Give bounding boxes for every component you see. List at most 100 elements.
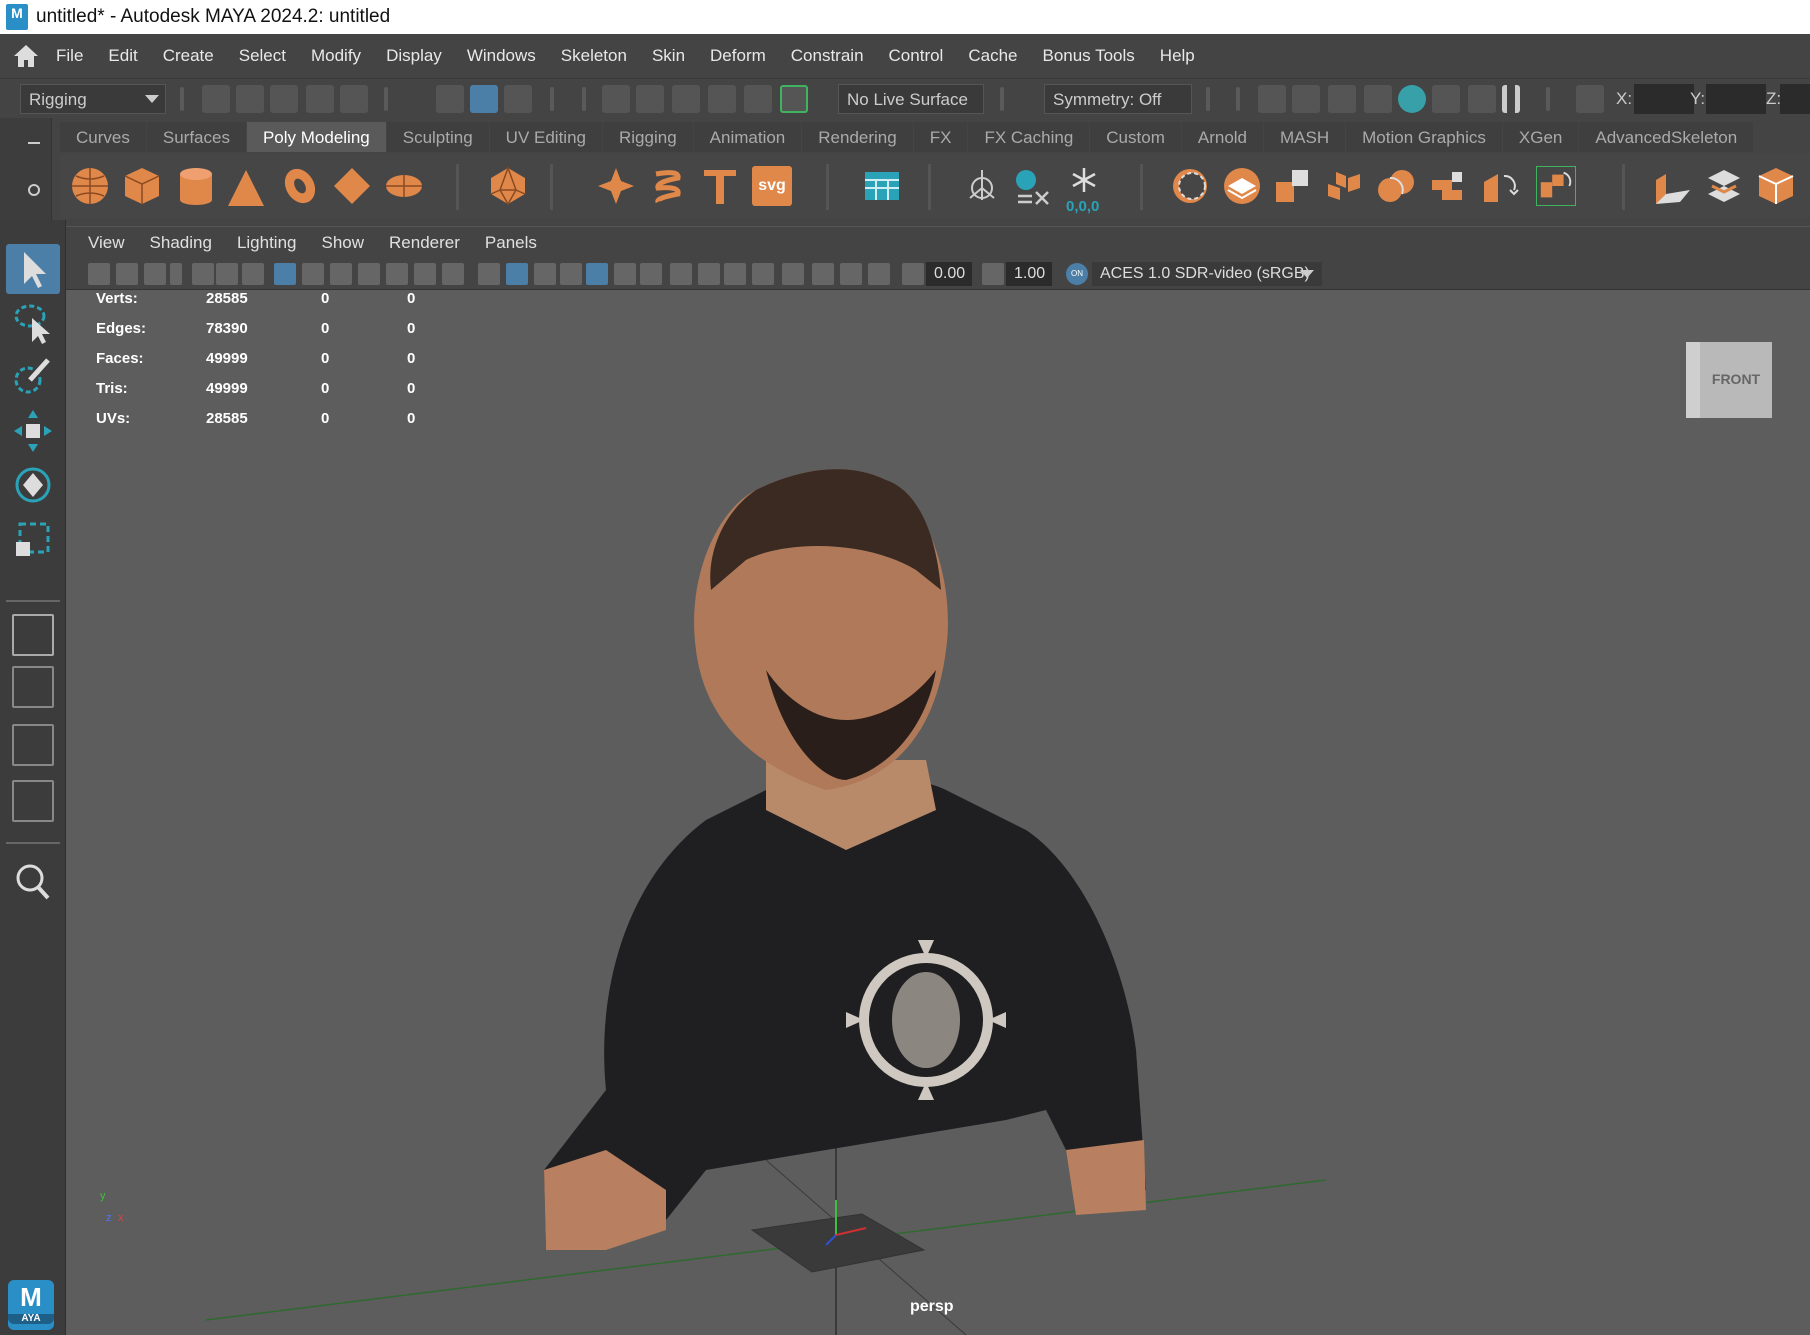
live-surface-field[interactable]: No Live Surface: [838, 84, 984, 114]
paint-select-tool-icon[interactable]: [6, 352, 60, 402]
menu-display[interactable]: Display: [386, 46, 442, 66]
gamma-icon[interactable]: [982, 263, 1004, 285]
tab-fx[interactable]: FX: [913, 122, 968, 152]
snap-grid-icon[interactable]: [602, 85, 630, 113]
tab-surfaces[interactable]: Surfaces: [146, 122, 246, 152]
colorspace-dropdown[interactable]: ACES 1.0 SDR-video (sRGB): [1092, 262, 1322, 286]
viewport-persp[interactable]: Verts: 28585 0 0 Edges: 78390 0 0 Faces:…: [66, 290, 1810, 1335]
outliner-layout-icon[interactable]: [12, 780, 54, 822]
search-icon[interactable]: [6, 856, 60, 906]
scale-tool-icon[interactable]: [6, 514, 60, 564]
hypershade-icon[interactable]: [1398, 85, 1426, 113]
resolution-gate-icon[interactable]: [330, 263, 352, 285]
film-gate-icon[interactable]: [302, 263, 324, 285]
tab-rendering[interactable]: Rendering: [802, 122, 913, 152]
panel-menu-view[interactable]: View: [88, 233, 125, 253]
anti-aliasing-icon[interactable]: [724, 263, 746, 285]
separate-icon[interactable]: [1272, 166, 1312, 206]
rotate-tool-icon[interactable]: [6, 460, 60, 510]
menuset-dropdown[interactable]: Rigging: [20, 84, 166, 114]
save-scene-icon[interactable]: [270, 85, 298, 113]
gear-icon[interactable]: [28, 184, 40, 196]
booleans-grid-icon[interactable]: [862, 166, 902, 206]
snap-view-plane-icon[interactable]: [708, 85, 736, 113]
gate-mask-icon[interactable]: [358, 263, 380, 285]
menu-bonus-tools[interactable]: Bonus Tools: [1042, 46, 1134, 66]
new-scene-icon[interactable]: [202, 85, 230, 113]
bevel-icon[interactable]: [1756, 166, 1796, 206]
panel-menu-shading[interactable]: Shading: [150, 233, 212, 253]
move-tool-icon[interactable]: [6, 406, 60, 456]
tab-mash[interactable]: MASH: [1264, 122, 1346, 152]
tab-fx-caching[interactable]: FX Caching: [968, 122, 1090, 152]
transform-constraint-icon[interactable]: [1576, 85, 1604, 113]
exposure-field[interactable]: 0.00: [926, 262, 972, 286]
panel-menu-lighting[interactable]: Lighting: [237, 233, 297, 253]
redo-icon[interactable]: [340, 85, 368, 113]
bridge-icon[interactable]: [1480, 166, 1520, 206]
poly-helix-icon[interactable]: [648, 166, 688, 206]
tab-animation[interactable]: Animation: [693, 122, 802, 152]
camera-attributes-icon[interactable]: [116, 263, 138, 285]
poly-cone-icon[interactable]: [228, 170, 268, 210]
image-plane-icon[interactable]: [192, 263, 214, 285]
color-management-toggle[interactable]: ON: [1066, 263, 1088, 285]
lights-icon[interactable]: [614, 263, 636, 285]
select-tool-icon[interactable]: [6, 244, 60, 294]
tab-rigging[interactable]: Rigging: [603, 122, 693, 152]
shadows-icon[interactable]: [640, 263, 662, 285]
pause-icon[interactable]: [1502, 85, 1520, 113]
bookmark-icon[interactable]: [170, 263, 182, 285]
extract-icon[interactable]: [1324, 166, 1364, 206]
menu-control[interactable]: Control: [889, 46, 944, 66]
poly-sphere-icon[interactable]: [70, 166, 110, 206]
home-icon[interactable]: [12, 43, 40, 69]
menu-help[interactable]: Help: [1160, 46, 1195, 66]
menu-create[interactable]: Create: [163, 46, 214, 66]
poly-disc-icon[interactable]: [384, 166, 424, 206]
light-editor-icon[interactable]: [1468, 85, 1496, 113]
xray-components-icon[interactable]: [868, 263, 890, 285]
render-settings-icon[interactable]: [1364, 85, 1392, 113]
shelf-collapse-icon[interactable]: [28, 142, 40, 144]
tab-xgen[interactable]: XGen: [1502, 122, 1579, 152]
tab-custom[interactable]: Custom: [1090, 122, 1181, 152]
render-view-icon[interactable]: [1258, 85, 1286, 113]
tab-motion-graphics[interactable]: Motion Graphics: [1346, 122, 1502, 152]
menu-edit[interactable]: Edit: [108, 46, 137, 66]
snap-curve-icon[interactable]: [636, 85, 664, 113]
poly-plane-icon[interactable]: [332, 166, 372, 206]
grease-pencil-icon[interactable]: [242, 263, 264, 285]
viewcube[interactable]: FRONT: [1686, 342, 1772, 418]
grid-toggle-icon[interactable]: [274, 263, 296, 285]
motion-blur-icon[interactable]: [698, 263, 720, 285]
mirror-icon[interactable]: [1428, 166, 1468, 206]
y-coord-field[interactable]: [1706, 84, 1766, 114]
menu-cache[interactable]: Cache: [968, 46, 1017, 66]
camera-lock-icon[interactable]: [144, 263, 166, 285]
insert-edge-loop-icon[interactable]: [1704, 166, 1744, 206]
snap-point-icon[interactable]: [672, 85, 700, 113]
render-frame-icon[interactable]: [1292, 85, 1320, 113]
boolean-icon[interactable]: [1376, 166, 1416, 206]
menu-file[interactable]: File: [56, 46, 83, 66]
wireframe-icon[interactable]: [478, 263, 500, 285]
depth-of-field-icon[interactable]: [752, 263, 774, 285]
open-scene-icon[interactable]: [236, 85, 264, 113]
smooth-shade-icon[interactable]: [506, 263, 528, 285]
poly-type-icon[interactable]: [700, 166, 740, 206]
ipr-render-icon[interactable]: [1328, 85, 1356, 113]
panel-menu-renderer[interactable]: Renderer: [389, 233, 460, 253]
super-shape-icon[interactable]: [596, 166, 636, 206]
tab-poly-modeling[interactable]: Poly Modeling: [246, 122, 386, 152]
lasso-tool-icon[interactable]: [6, 298, 60, 348]
wireframe-on-shaded-icon[interactable]: [560, 263, 582, 285]
isolate-select-icon[interactable]: [782, 263, 804, 285]
textured-icon[interactable]: [586, 263, 608, 285]
poly-cube-icon[interactable]: [122, 166, 162, 206]
field-chart-icon[interactable]: [386, 263, 408, 285]
select-component-icon[interactable]: [504, 85, 532, 113]
svg-tool-icon[interactable]: svg: [752, 166, 792, 206]
menu-constrain[interactable]: Constrain: [791, 46, 864, 66]
symmetry-dropdown[interactable]: Symmetry: Off: [1044, 84, 1192, 114]
